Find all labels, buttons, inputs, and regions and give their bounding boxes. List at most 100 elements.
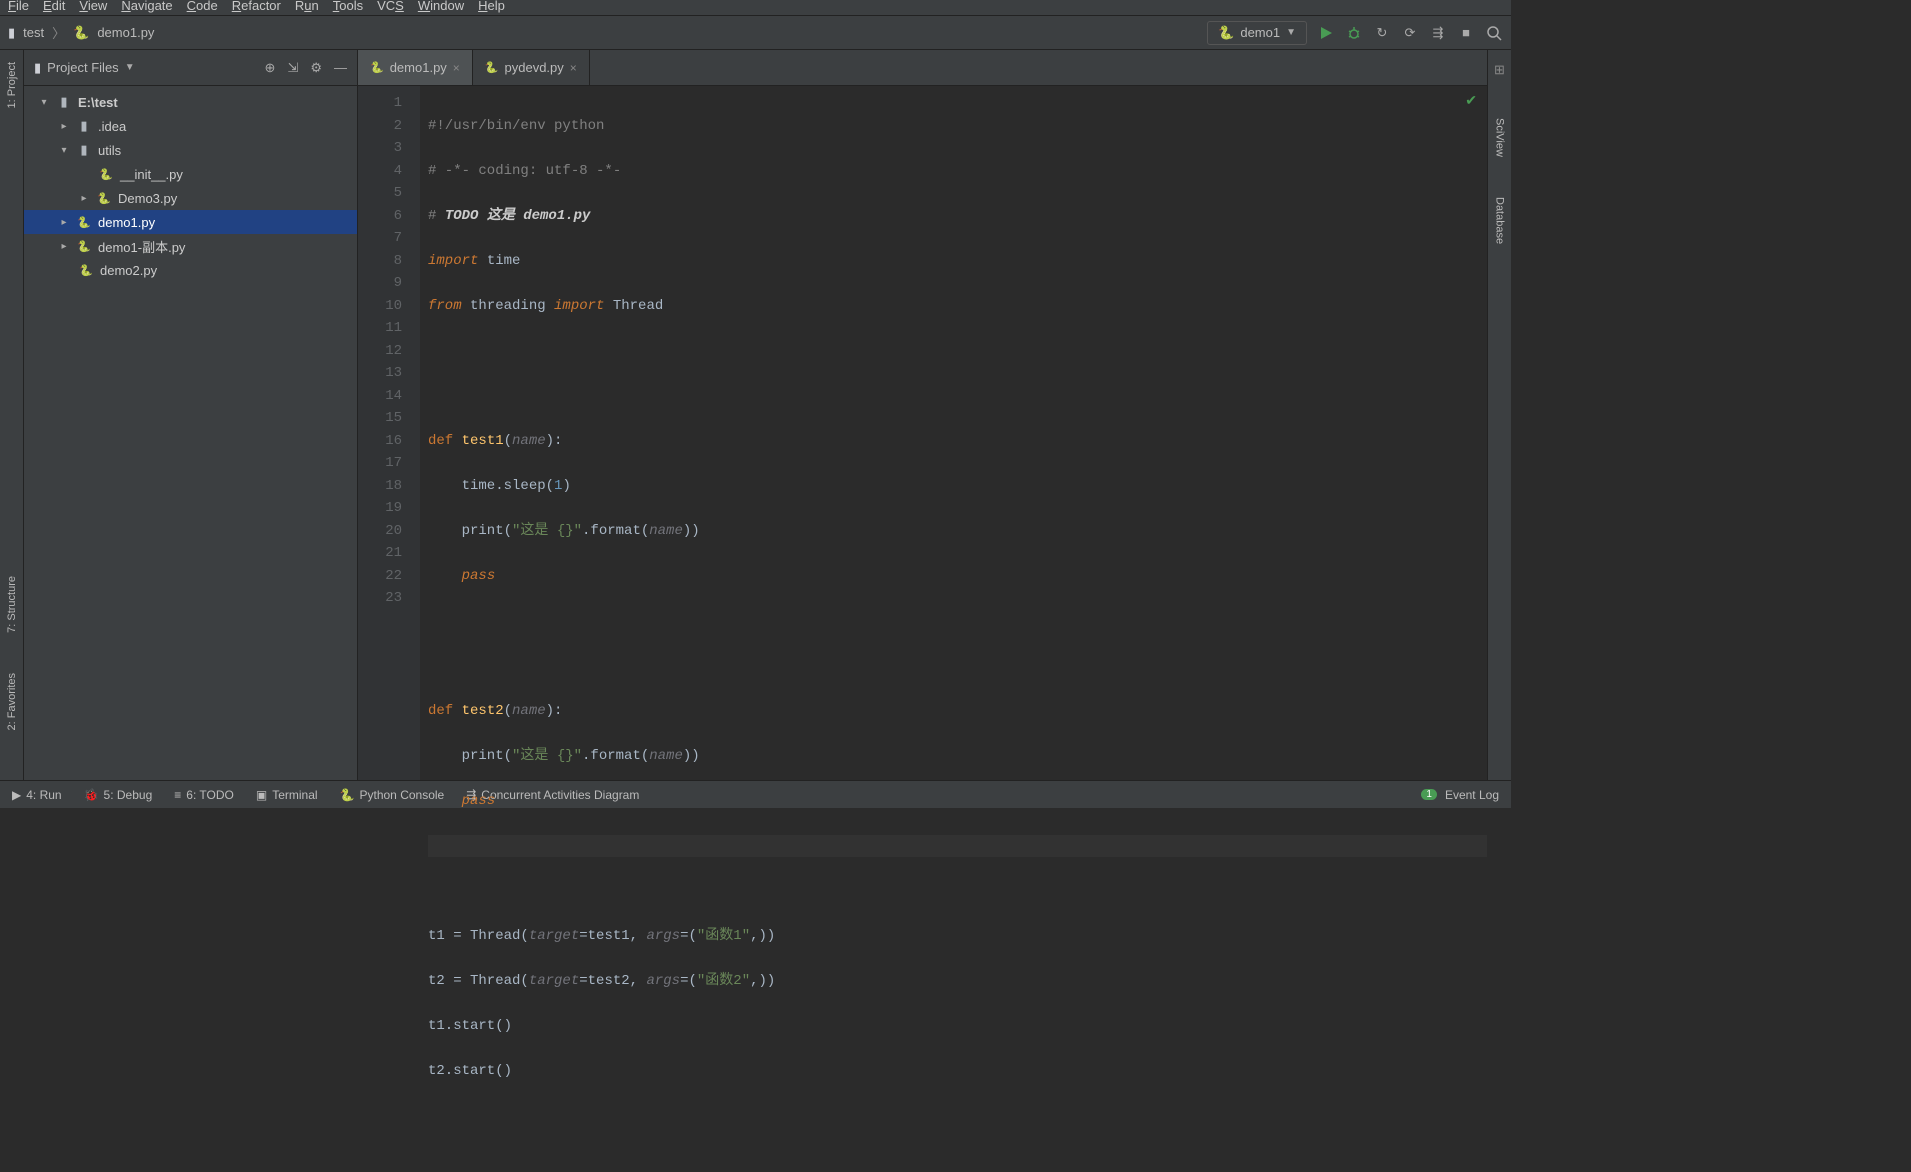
- editor-tab[interactable]: 🐍 pydevd.py ×: [473, 50, 590, 85]
- inspection-ok-icon[interactable]: ✔: [1465, 92, 1477, 109]
- code-view[interactable]: #!/usr/bin/env python # -*- coding: utf-…: [420, 86, 1487, 780]
- collapse-icon[interactable]: ⇲: [287, 60, 298, 76]
- code-text: target: [529, 973, 579, 989]
- project-panel-header: ▮ Project Files ▼ ⊕ ⇲ ⚙ —: [24, 50, 357, 86]
- tree-folder[interactable]: ▸ ▮ .idea: [24, 114, 357, 138]
- chevron-right-icon[interactable]: ▸: [78, 193, 90, 204]
- code-text: "这是 {}": [512, 748, 582, 764]
- status-terminal[interactable]: ▣ Terminal: [256, 788, 318, 802]
- tab-label: demo1.py: [390, 60, 447, 75]
- code-text: .format(: [582, 748, 649, 764]
- chevron-down-icon[interactable]: ▼: [125, 62, 135, 73]
- breadcrumb-root[interactable]: test: [23, 25, 44, 40]
- status-todo[interactable]: ≡ 6: TODO: [174, 788, 234, 802]
- toolbar-right: 🐍 demo1 ▼ ↻ ⟳ ⇶ ■: [1207, 21, 1503, 45]
- search-icon[interactable]: [1485, 24, 1503, 42]
- python-icon: 🐍: [73, 25, 89, 41]
- profile-icon[interactable]: ⟳: [1401, 24, 1419, 42]
- editor-tab-active[interactable]: 🐍 demo1.py ×: [358, 50, 473, 85]
- code-text: =test1,: [579, 928, 646, 944]
- chevron-down-icon[interactable]: ▾: [58, 145, 70, 156]
- code-text: pass: [462, 568, 496, 584]
- code-text: =(: [680, 928, 697, 944]
- main-menu: File Edit View Navigate Code Refactor Ru…: [0, 0, 1511, 16]
- stop-icon[interactable]: ■: [1457, 24, 1475, 42]
- close-icon[interactable]: ×: [570, 61, 577, 75]
- tree-label: demo1.py: [98, 215, 155, 230]
- rail-structure[interactable]: 7: Structure: [6, 576, 18, 633]
- tree-file[interactable]: 🐍 demo2.py: [24, 258, 357, 282]
- code-text: print(: [428, 748, 512, 764]
- right-tool-rail: ⊞ SciView Database: [1487, 50, 1511, 780]
- menu-code[interactable]: Code: [187, 0, 218, 13]
- rail-project[interactable]: 1: Project: [6, 62, 18, 108]
- run-config-selector[interactable]: 🐍 demo1 ▼: [1207, 21, 1307, 45]
- chevron-down-icon[interactable]: ▾: [38, 97, 50, 108]
- editor-body[interactable]: 1 2 3 4 5 6 7 8 9 10 11 12 13 14 15 16 1…: [358, 86, 1487, 780]
- tree-folder[interactable]: ▾ ▮ utils: [24, 138, 357, 162]
- code-text: (: [504, 703, 512, 719]
- folder-icon: ▮: [8, 25, 15, 41]
- editor-tabs: 🐍 demo1.py × 🐍 pydevd.py ×: [358, 50, 1487, 86]
- status-run[interactable]: ▶ 4: Run: [12, 788, 62, 802]
- code-text: args: [646, 973, 680, 989]
- breadcrumb-file[interactable]: demo1.py: [97, 25, 154, 40]
- code-text: name: [512, 703, 546, 719]
- code-text: test1: [462, 433, 504, 449]
- hide-icon[interactable]: —: [334, 60, 347, 76]
- code-text: "函数2": [697, 973, 750, 989]
- concurrency-icon[interactable]: ⇶: [1429, 24, 1447, 42]
- code-text: t2 = Thread(: [428, 973, 529, 989]
- chevron-right-icon[interactable]: ▸: [58, 241, 70, 252]
- python-icon: 🐍: [76, 216, 92, 229]
- gutter: 1 2 3 4 5 6 7 8 9 10 11 12 13 14 15 16 1…: [358, 86, 420, 780]
- tree-file[interactable]: ▸ 🐍 Demo3.py: [24, 186, 357, 210]
- menu-window[interactable]: Window: [418, 0, 464, 13]
- grid-icon[interactable]: ⊞: [1494, 62, 1505, 78]
- code-text: print(: [428, 523, 512, 539]
- menu-vcs[interactable]: VCS: [377, 0, 404, 13]
- panel-title[interactable]: Project Files: [47, 60, 119, 75]
- menu-file[interactable]: File: [8, 0, 29, 13]
- menu-edit[interactable]: Edit: [43, 0, 65, 13]
- menu-help[interactable]: Help: [478, 0, 505, 13]
- code-text: time.sleep(: [428, 478, 554, 494]
- code-text: #: [428, 208, 445, 224]
- run-config-name: demo1: [1240, 25, 1280, 40]
- line-number: 19: [364, 497, 402, 520]
- code-text: )): [683, 523, 700, 539]
- run-icon[interactable]: [1317, 24, 1335, 42]
- code-text: t1.start(): [428, 1018, 512, 1034]
- menu-refactor[interactable]: Refactor: [232, 0, 281, 13]
- debug-icon[interactable]: [1345, 24, 1363, 42]
- status-debug[interactable]: 🐞 5: Debug: [84, 788, 153, 802]
- python-icon: 🐍: [76, 240, 92, 253]
- tree-file-selected[interactable]: ▸ 🐍 demo1.py: [24, 210, 357, 234]
- rail-favorites[interactable]: 2: Favorites: [6, 673, 18, 730]
- rail-sciview[interactable]: SciView: [1494, 118, 1506, 157]
- chevron-right-icon[interactable]: ▸: [58, 121, 70, 132]
- code-text: name: [512, 433, 546, 449]
- settings-icon[interactable]: ⚙: [310, 60, 322, 76]
- line-number: 18: [364, 475, 402, 498]
- tree-label: E:\test: [78, 95, 118, 110]
- chevron-right-icon: 〉: [52, 23, 65, 42]
- code-text: target: [529, 928, 579, 944]
- locate-icon[interactable]: ⊕: [265, 60, 276, 76]
- rail-database[interactable]: Database: [1494, 197, 1506, 244]
- code-text: def: [428, 703, 462, 719]
- tree-root[interactable]: ▾ ▮ E:\test: [24, 90, 357, 114]
- line-number: 12: [364, 340, 402, 363]
- tree-file[interactable]: ▸ 🐍 demo1-副本.py: [24, 234, 357, 258]
- tree-label: utils: [98, 143, 121, 158]
- chevron-down-icon: ▼: [1286, 27, 1296, 38]
- menu-run[interactable]: Run: [295, 0, 319, 13]
- menu-navigate[interactable]: Navigate: [121, 0, 172, 13]
- menu-view[interactable]: View: [79, 0, 107, 13]
- close-icon[interactable]: ×: [453, 61, 460, 75]
- code-text: .format(: [582, 523, 649, 539]
- tree-file[interactable]: 🐍 __init__.py: [24, 162, 357, 186]
- chevron-right-icon[interactable]: ▸: [58, 217, 70, 228]
- menu-tools[interactable]: Tools: [333, 0, 363, 13]
- coverage-icon[interactable]: ↻: [1373, 24, 1391, 42]
